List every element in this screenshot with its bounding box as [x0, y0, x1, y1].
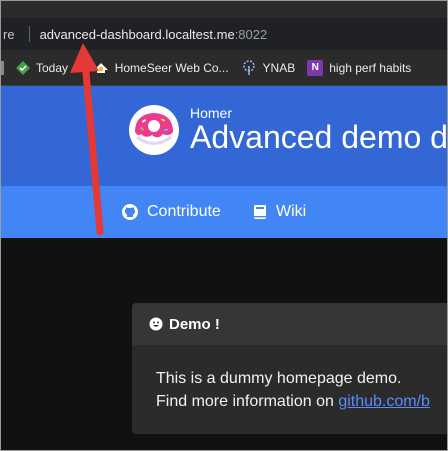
homeseer-icon [93, 62, 108, 73]
page-title: Advanced demo da [190, 119, 448, 155]
message-body: This is a dummy homepage demo. Find more… [156, 367, 430, 413]
bookmark-label: Today [36, 60, 69, 75]
url-host[interactable]: advanced-dashboard.localtest.me [40, 27, 235, 42]
bookmark-ynab[interactable]: YNAB [241, 59, 296, 76]
message-line: This is a dummy homepage demo. [156, 370, 402, 387]
smile-icon [149, 317, 163, 331]
todoist-icon [16, 60, 30, 75]
message-line: Find more information on github.com/b [156, 390, 430, 413]
bookmark-label: HomeSeer Web Co... [114, 60, 229, 75]
nav-wiki-link[interactable]: Wiki [252, 186, 306, 238]
bookmark-edge[interactable] [1, 60, 4, 75]
bookmark-label: YNAB [262, 60, 296, 75]
homer-navbar [1, 186, 447, 238]
message-card: Demo ! This is a dummy homepage demo. Fi… [132, 303, 447, 434]
address-bar[interactable]: re advanced-dashboard.localtest.me :8022 [1, 18, 447, 50]
bookmark-label-suffix: e [72, 60, 79, 75]
nav-contribute-link[interactable]: Contribute [121, 186, 221, 238]
bookmarks-bar: Today e HomeSeer Web Co... YNAB N high p… [1, 50, 447, 86]
bookmark-edge-icon [1, 60, 4, 75]
bookmark-label: high perf habits [329, 60, 412, 75]
url-port[interactable]: :8022 [235, 27, 268, 42]
message-text: Find more information on [156, 393, 339, 410]
bookmark-homeseer[interactable]: HomeSeer Web Co... [93, 61, 229, 75]
nav-label: Wiki [276, 203, 307, 220]
address-prefix: re [3, 26, 15, 42]
book-icon [254, 205, 266, 219]
bookmark-onenote[interactable]: N high perf habits [307, 59, 412, 76]
github-link[interactable]: github.com/b [338, 393, 430, 410]
nav-label: Contribute [147, 203, 221, 220]
onenote-icon: N [307, 59, 324, 76]
message-title: Demo ! [169, 315, 220, 333]
tab-strip [1, 1, 447, 18]
donut-logo-icon[interactable] [128, 104, 180, 156]
address-divider [28, 26, 30, 42]
bookmark-today[interactable]: Today e [16, 60, 79, 75]
github-icon [122, 204, 138, 220]
browser-window: re advanced-dashboard.localtest.me :8022… [0, 0, 448, 451]
message-header: Demo ! [132, 303, 447, 345]
ynab-tree-icon [242, 59, 255, 75]
